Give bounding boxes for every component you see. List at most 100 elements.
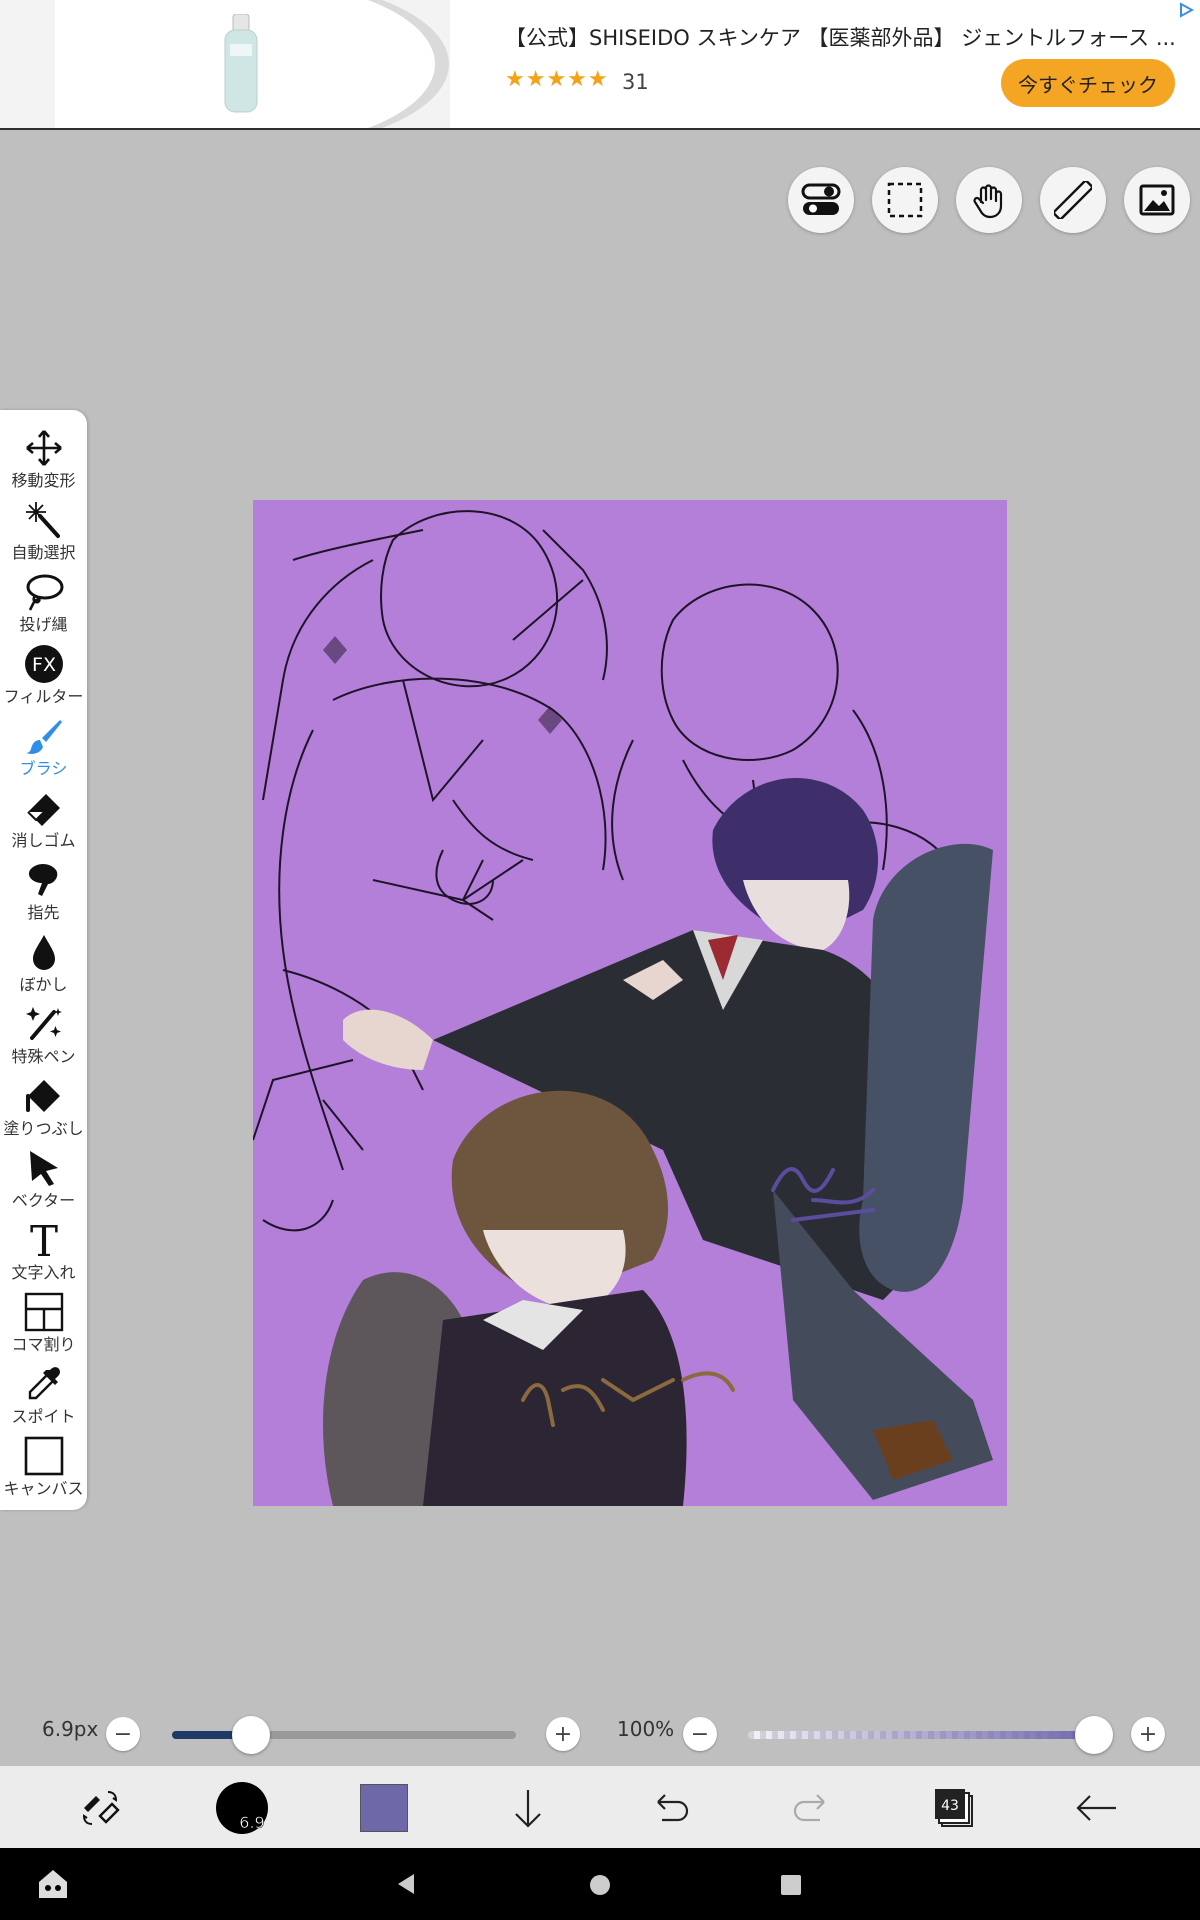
tool-fill[interactable]: 塗りつぶし: [0, 1073, 87, 1145]
reference-image-button[interactable]: [1124, 167, 1190, 233]
arrow-down-icon: [515, 1790, 541, 1828]
tool-label: ベクター: [11, 1191, 76, 1210]
opacity-label: 100%: [617, 1717, 675, 1741]
finger-icon: [28, 864, 57, 896]
toggle-button[interactable]: [788, 167, 854, 233]
tool-label: ブラシ: [19, 759, 68, 778]
brush-size-preview[interactable]: 6.9: [212, 1778, 272, 1838]
brush-size-increase-button[interactable]: +: [546, 1717, 580, 1751]
canvas-icon: [24, 1436, 63, 1476]
brush-size-knob[interactable]: [232, 1716, 271, 1754]
hand-icon: [973, 184, 1003, 219]
tool-eraser[interactable]: 消しゴム: [0, 785, 87, 857]
tool-label: 特殊ペン: [11, 1047, 76, 1066]
tool-eyedropper[interactable]: スポイト: [0, 1361, 87, 1433]
fill-icon: [25, 1080, 60, 1112]
rating-stars: ★★★★★: [505, 67, 609, 92]
selection-icon: [887, 182, 923, 218]
tool-special-pen[interactable]: 特殊ペン: [0, 1001, 87, 1073]
opacity-track[interactable]: [748, 1731, 1094, 1739]
ad-cta-button[interactable]: 今すぐチェック: [1001, 59, 1175, 107]
frame-divider-icon: [24, 1292, 63, 1332]
nav-back-icon[interactable]: [394, 1872, 418, 1900]
nav-recents-icon[interactable]: [780, 1874, 802, 1900]
slider-row: 6.9px − + 100% − +: [0, 1705, 1200, 1761]
toggle-icon: [801, 183, 841, 215]
tool-label: 移動変形: [11, 471, 76, 490]
tool-text[interactable]: T 文字入れ: [0, 1217, 87, 1289]
tool-label: 文字入れ: [11, 1263, 76, 1282]
tool-label: キャンバス: [3, 1479, 84, 1498]
brush-size-label: 6.9px: [42, 1717, 99, 1741]
tool-filter[interactable]: FX フィルター: [0, 641, 87, 713]
tool-label: フィルター: [3, 687, 84, 706]
save-down-button[interactable]: [498, 1778, 558, 1838]
brush-icon: [25, 720, 62, 754]
eraser-icon: [26, 794, 60, 826]
current-color-swatch: [360, 1784, 408, 1832]
tool-label: スポイト: [11, 1407, 76, 1426]
eyedropper-icon: [28, 1367, 60, 1400]
selection-button[interactable]: [872, 167, 938, 233]
home-app-icon[interactable]: [36, 1868, 70, 1904]
tool-blur[interactable]: ぼかし: [0, 929, 87, 1001]
tool-label: ぼかし: [19, 975, 68, 994]
product-bottle-image: [224, 14, 258, 113]
tool-canvas[interactable]: キャンバス: [0, 1433, 87, 1505]
magic-wand-icon: [25, 502, 60, 538]
ad-banner[interactable]: 【公式】SHISEIDO スキンケア 【医薬部外品】 ジェントルフォース ...…: [0, 0, 1200, 130]
redo-button[interactable]: [782, 1778, 842, 1838]
opacity-increase-button[interactable]: +: [1131, 1717, 1165, 1751]
tool-label: コマ割り: [11, 1335, 76, 1354]
tool-auto-select[interactable]: 自動選択: [0, 497, 87, 569]
lasso-icon: [26, 574, 63, 611]
tool-sidebar: 移動変形 自動選択 投げ縄 FX フィルター ブラシ 消しゴム 指先 ぼかし 特…: [0, 410, 87, 1510]
tool-frame-divider[interactable]: コマ割り: [0, 1289, 87, 1361]
blur-icon: [32, 935, 55, 970]
opacity-knob[interactable]: [1075, 1716, 1113, 1754]
brush-size-decrease-button[interactable]: −: [106, 1717, 140, 1751]
tool-label: 塗りつぶし: [3, 1119, 84, 1138]
opacity-decrease-button[interactable]: −: [683, 1717, 717, 1751]
color-swatch-button[interactable]: [354, 1778, 414, 1838]
swap-tool-button[interactable]: [70, 1778, 130, 1838]
ad-choices-icon[interactable]: [1178, 2, 1196, 20]
hand-button[interactable]: [956, 167, 1022, 233]
artwork: [253, 510, 993, 1506]
tool-finger[interactable]: 指先: [0, 857, 87, 929]
rating-count: 31: [622, 70, 649, 94]
undo-button[interactable]: [640, 1778, 700, 1838]
vector-icon: [29, 1151, 58, 1186]
back-button[interactable]: [1066, 1778, 1126, 1838]
svg-text:43: 43: [941, 1798, 959, 1814]
tool-move-transform[interactable]: 移動変形: [0, 425, 87, 497]
layers-button[interactable]: 43: [924, 1778, 984, 1838]
ad-image-area: [0, 0, 450, 128]
tool-lasso[interactable]: 投げ縄: [0, 569, 87, 641]
ad-title[interactable]: 【公式】SHISEIDO スキンケア 【医薬部外品】 ジェントルフォース ...: [505, 22, 1176, 52]
svg-text:FX: FX: [32, 654, 56, 676]
move-icon: [25, 430, 62, 466]
arrow-left-icon: [1076, 1795, 1116, 1821]
special-pen-icon: [25, 1007, 62, 1040]
undo-icon: [657, 1794, 689, 1822]
tool-label: 消しゴム: [11, 831, 76, 850]
tool-label: 指先: [27, 903, 60, 922]
tool-brush[interactable]: ブラシ: [0, 713, 87, 785]
pen-eraser-swap-icon: [82, 1791, 120, 1825]
text-icon: T: [29, 1220, 57, 1260]
tool-vector[interactable]: ベクター: [0, 1145, 87, 1217]
ruler-button[interactable]: [1040, 167, 1106, 233]
image-icon: [1139, 184, 1175, 216]
fx-icon: FX: [24, 645, 63, 683]
layers-icon: 43: [935, 1789, 973, 1827]
brush-preview-circle: 6.9: [216, 1782, 268, 1834]
drawing-canvas[interactable]: [253, 500, 1007, 1506]
redo-icon: [793, 1794, 825, 1822]
tool-label: 投げ縄: [19, 615, 68, 634]
svg-text:T: T: [29, 1220, 57, 1260]
nav-home-icon[interactable]: [588, 1873, 612, 1901]
tool-label: 自動選択: [11, 543, 76, 562]
ruler-icon: [1054, 181, 1092, 219]
system-nav-bar: [0, 1848, 1200, 1920]
